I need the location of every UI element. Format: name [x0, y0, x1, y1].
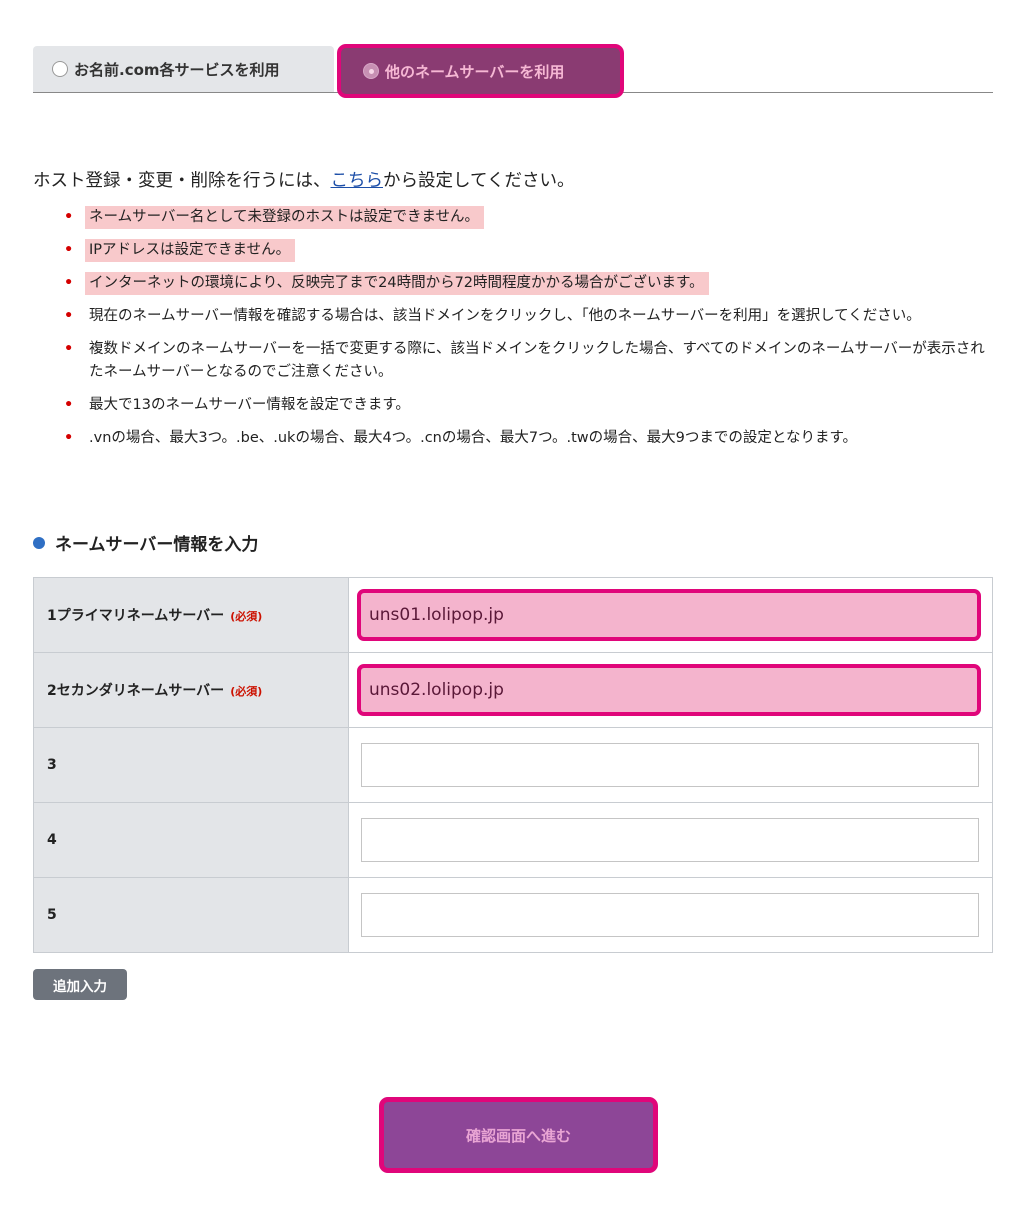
table-row: 4 — [33, 802, 993, 878]
confirm-button[interactable]: 確認画面へ進む — [379, 1097, 658, 1173]
row-field — [348, 577, 993, 653]
tab-label: 他のネームサーバーを利用 — [385, 62, 565, 81]
add-input-button[interactable]: 追加入力 — [33, 969, 127, 1000]
note-item: 現在のネームサーバー情報を確認する場合は、該当ドメインをクリックし、「他のネーム… — [64, 305, 998, 328]
required-badge: (必須) — [230, 610, 263, 623]
host-setting-intro: ホスト登録・変更・削除を行うには、こちらから設定してください。 — [33, 167, 574, 192]
bullet-dot-icon — [33, 536, 45, 549]
nameserver-input-1[interactable] — [357, 589, 981, 641]
tab-onamae-services[interactable]: お名前.com各サービスを利用 — [33, 46, 334, 92]
table-row: 2セカンダリネームサーバー (必須) — [33, 652, 993, 728]
table-row: 1プライマリネームサーバー (必須) — [33, 577, 993, 653]
row-label: 2セカンダリネームサーバー (必須) — [33, 652, 349, 728]
note-item: IPアドレスは設定できません。 — [64, 239, 998, 262]
note-item: ネームサーバー名として未登録のホストは設定できません。 — [64, 206, 998, 229]
table-row: 5 — [33, 877, 993, 953]
nameserver-input-2[interactable] — [357, 664, 981, 716]
intro-text-after: から設定してください。 — [383, 171, 575, 191]
section-title-text: ネームサーバー情報を入力 — [55, 535, 259, 555]
row-field — [348, 877, 993, 953]
nameserver-input-3[interactable] — [361, 743, 979, 787]
row-label: 4 — [33, 802, 349, 878]
note-item: インターネットの環境により、反映完了まで24時間から72時間程度かかる場合がござ… — [64, 272, 998, 295]
row-label: 1プライマリネームサーバー (必須) — [33, 577, 349, 653]
tab-other-nameserver[interactable]: 他のネームサーバーを利用 — [337, 44, 624, 98]
row-field — [348, 652, 993, 728]
nameserver-input-4[interactable] — [361, 818, 979, 862]
row-field — [348, 802, 993, 878]
nameserver-input-5[interactable] — [361, 893, 979, 937]
section-title: ネームサーバー情報を入力 — [33, 530, 258, 555]
nameserver-tabs: お名前.com各サービスを利用 他のネームサーバーを利用 — [33, 44, 993, 98]
nameserver-table: 1プライマリネームサーバー(必須) 2セカンダリネームサーバー(必須) 3 4 … — [33, 577, 993, 953]
radio-icon[interactable] — [52, 61, 68, 77]
row-label: 5 — [33, 877, 349, 953]
note-item: 複数ドメインのネームサーバーを一括で変更する際に、該当ドメインをクリックした場合… — [64, 338, 998, 384]
note-item: 最大で13のネームサーバー情報を設定できます。 — [64, 394, 998, 417]
intro-text-before: ホスト登録・変更・削除を行うには、 — [33, 171, 331, 191]
required-badge: (必須) — [230, 685, 263, 698]
host-setting-link[interactable]: こちら — [331, 171, 384, 191]
note-item: .vnの場合、最大3つ。.be、.ukの場合、最大4つ。.cnの場合、最大7つ。… — [64, 427, 998, 450]
tab-label: お名前.com各サービスを利用 — [74, 60, 280, 79]
notes-list: ネームサーバー名として未登録のホストは設定できません。 IPアドレスは設定できま… — [64, 206, 998, 460]
table-row: 3 — [33, 727, 993, 803]
row-label: 3 — [33, 727, 349, 803]
radio-selected-icon[interactable] — [363, 63, 379, 79]
row-field — [348, 727, 993, 803]
